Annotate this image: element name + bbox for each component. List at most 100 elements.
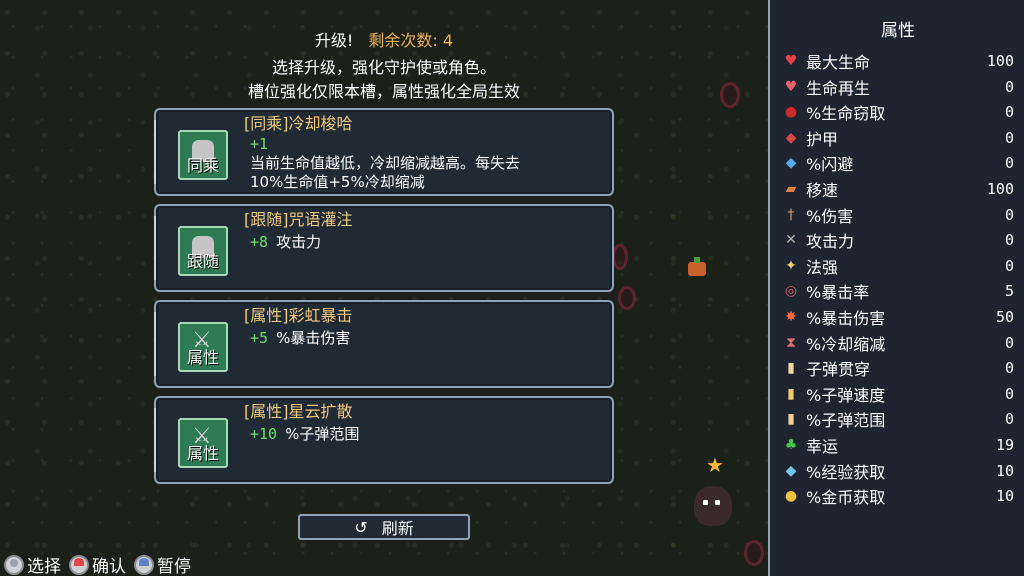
hint-label: 选择	[27, 557, 61, 576]
stat-value: 0	[1004, 128, 1014, 147]
card-title: [同乘]冷却梭哈	[244, 114, 353, 133]
companion-icon: 跟随	[178, 226, 228, 276]
hint-label: 确认	[92, 557, 126, 576]
stat-row: ✸ %暴击伤害 50	[782, 305, 1014, 329]
stat-value: 0	[1004, 77, 1014, 96]
stat-row: ✕ 攻击力 0	[782, 228, 1014, 252]
stat-value: 100	[986, 52, 1014, 70]
gamepad-button-icon	[69, 554, 89, 575]
dodge-icon: ◆	[785, 155, 797, 172]
card-title: [属性]星云扩散	[244, 402, 353, 421]
stat-value: 0	[1004, 231, 1014, 250]
stat-row: ● %金币获取 10	[782, 484, 1014, 508]
card-description-2: 10%生命值+5%冷却缩减	[250, 173, 425, 191]
stat-value: 50	[995, 308, 1014, 326]
stat-name: %金币获取	[806, 488, 886, 508]
card-title: [属性]彩虹暴击	[244, 306, 353, 325]
stat-value: 0	[1004, 333, 1014, 352]
carrot-pickup	[688, 257, 706, 276]
companion-icon: 同乘	[178, 130, 228, 180]
stat-value: 0	[1004, 154, 1014, 173]
stat-name: 护甲	[806, 129, 839, 149]
heart-plus-icon: ♥	[784, 78, 798, 95]
stat-value: 0	[1004, 256, 1014, 275]
upgrade-card-2[interactable]: 跟随 [跟随]咒语灌注 +8 攻击力	[154, 204, 614, 292]
refresh-icon: ↺	[354, 517, 368, 537]
stat-name: 移速	[806, 181, 839, 200]
stat-name: %经验获取	[806, 462, 886, 482]
stat-value: 10	[995, 487, 1014, 506]
card-description: 当前生命值越低，冷却缩减越高。每失去	[250, 154, 521, 172]
stat-name: %暴击率	[806, 283, 870, 303]
stat-name: 法强	[806, 257, 839, 277]
stat-value: 0	[1004, 205, 1014, 224]
stat-name: %子弹速度	[806, 385, 886, 405]
upgrade-card-4[interactable]: ⚔ 属性 [属性]星云扩散 +10 %子弹范围	[154, 396, 614, 484]
card-title: [跟随]咒语灌注	[244, 210, 353, 229]
stat-name: %伤害	[806, 206, 854, 226]
bullet-icon: ▮	[787, 360, 795, 377]
stat-value: 5	[1004, 282, 1014, 301]
card-value: +10	[250, 425, 278, 443]
stat-row: ◆ 护甲 0	[782, 126, 1014, 150]
enemy-portal	[744, 540, 764, 566]
star-pickup-icon: ★	[706, 453, 724, 477]
stat-row: ◎ %暴击率 5	[782, 279, 1014, 303]
stat-name: 生命再生	[806, 78, 871, 98]
stat-row: ◆ %闪避 0	[782, 151, 1014, 175]
target-icon: ◎	[784, 283, 798, 300]
card-effect: +5 %暴击伤害	[250, 328, 350, 348]
card-description: %暴击伤害	[276, 329, 351, 347]
card-tag: 属性	[186, 444, 219, 463]
stat-value: 0	[1004, 359, 1014, 378]
stat-value: 19	[995, 436, 1014, 454]
burst-icon: ✸	[785, 309, 797, 325]
stat-value: 0	[1004, 103, 1014, 122]
crystal-icon: ◆	[785, 462, 797, 479]
upgrade-rule: 槽位强化仅限本槽，属性强化全局生效	[247, 82, 520, 101]
stat-name: 攻击力	[806, 232, 855, 252]
stat-row: ● %生命窃取 0	[782, 100, 1014, 124]
clover-icon: ♣	[784, 437, 798, 453]
stat-name: 最大生命	[806, 53, 871, 72]
stats-panel: 属性 ♥ 最大生命 100 ♥ 生命再生 0 ● %生命窃取 0 ◆ 护甲 0 ◆ %闪避 0 ▰ 移速 100 †…	[768, 0, 1024, 576]
gamepad-button-icon	[134, 554, 154, 575]
stats-panel-title: 属性	[881, 21, 915, 41]
stat-row: † %伤害 0	[782, 203, 1015, 227]
hint-confirm: 确认	[69, 552, 126, 576]
blood-drop-icon: ●	[784, 104, 798, 121]
stat-value: 100	[986, 180, 1014, 198]
heart-icon: ♥	[784, 53, 798, 69]
upgrade-header: 升级! 剩余次数: 4	[0, 30, 768, 52]
upgrade-card-3[interactable]: ⚔ 属性 [属性]彩虹暴击 +5 %暴击伤害	[154, 300, 614, 388]
bullet-range-icon: ▮	[787, 411, 795, 428]
stat-row: ♥ 生命再生 0	[782, 75, 1014, 99]
hourglass-icon: ⧗	[786, 334, 796, 351]
refresh-label: 刷新	[381, 519, 414, 538]
stat-value: 0	[1004, 410, 1014, 429]
player-character	[694, 486, 732, 526]
bullet-speed-icon: ▮	[787, 385, 795, 402]
card-value: +5	[250, 329, 269, 347]
upgrade-card-1[interactable]: 同乘 [同乘]冷却梭哈 +1 当前生命值越低，冷却缩减越高。每失去 10%生命值…	[154, 108, 614, 196]
stat-name: 幸运	[806, 437, 839, 456]
card-tag: 属性	[186, 348, 219, 367]
stat-row: ♥ 最大生命 100	[782, 49, 1014, 73]
stat-row: ▮ %子弹范围 0	[782, 407, 1014, 431]
enemy-portal	[618, 286, 636, 310]
upgrade-label: 升级!	[314, 31, 354, 50]
stat-row: ▮ %子弹速度 0	[782, 382, 1014, 406]
stat-value: 0	[1004, 384, 1014, 403]
sword-icon: †	[787, 206, 795, 223]
card-description: 攻击力	[276, 233, 322, 251]
card-effect: +10 %子弹范围	[250, 424, 359, 444]
card-tag: 同乘	[186, 156, 219, 175]
gamepad-button-icon	[4, 554, 24, 575]
refresh-button[interactable]: ↺ 刷新	[298, 514, 470, 540]
hint-label: 暂停	[157, 557, 191, 576]
stat-name: %生命窃取	[806, 104, 886, 124]
control-hints: 选择 确认 暂停	[4, 552, 199, 576]
boot-icon: ▰	[785, 181, 797, 197]
stat-row: ◆ %经验获取 10	[782, 459, 1014, 483]
stat-name: 子弹贯穿	[806, 360, 871, 380]
